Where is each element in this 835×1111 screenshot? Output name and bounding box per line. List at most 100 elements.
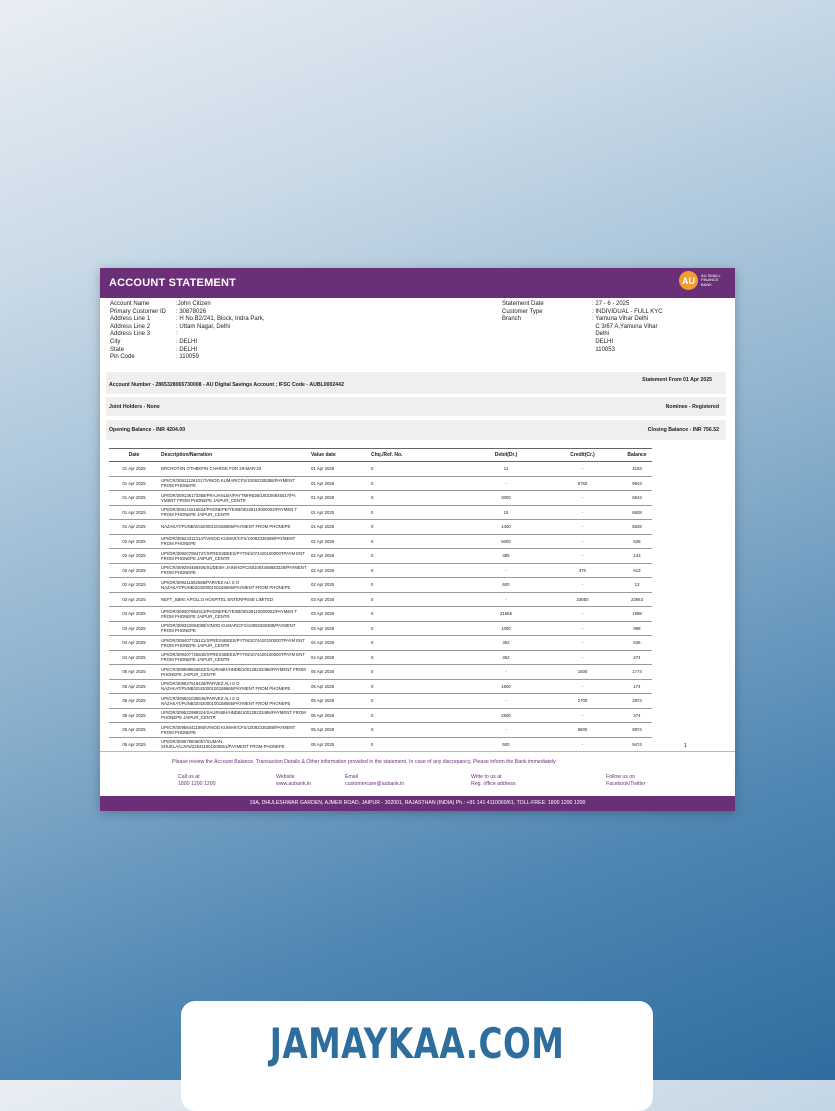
table-row: 01 Apr 2025 UPI/DR/309141816634/PHONEPE/Y… <box>109 505 652 520</box>
row-debit: 362 <box>469 635 543 651</box>
row-balance: 9943 <box>622 476 652 491</box>
row-balance: 5528 <box>622 519 652 535</box>
row-value-date: 01 Apr 2025 <box>309 476 369 491</box>
row-value-date: 05 Apr 2025 <box>309 693 369 709</box>
table-row: 03 Apr 2025 NEFT_SBIN: APOLLO HOSPITEL EN… <box>109 592 652 607</box>
row-value-date: 02 Apr 2025 <box>309 577 369 593</box>
row-date: 05 Apr 2025 <box>109 679 159 694</box>
row-balance: 174 <box>622 679 652 694</box>
row-credit: - <box>543 490 622 506</box>
row-debit: 1600 <box>469 679 543 694</box>
row-balance: 6928 <box>622 505 652 520</box>
table-row: 05 Apr 2025 UPI/CR/309564411860/VINOD KUM… <box>109 722 652 738</box>
row-date: 05 Apr 2025 <box>109 693 159 709</box>
row-debit: 3000 <box>469 490 543 506</box>
row-date: 01 Apr 2025 <box>109 476 159 491</box>
table-row: 01 Apr 2025 UPI/CR/309111261017/VINOD KUM… <box>109 476 652 491</box>
column-header-debit: Debit(Dr.) <box>469 448 543 462</box>
row-value-date: 05 Apr 2025 <box>309 722 369 738</box>
account-number-band: Account Number - 2865328065730008 - AU D… <box>106 372 726 394</box>
row-credit: - <box>543 621 622 636</box>
row-balance: 1998 <box>622 606 652 622</box>
row-description: UPI/DR/309211662566/PARVEZ ALI S O NAZAK… <box>159 577 309 593</box>
row-description: UPI/CR/309111261017/VINOD KUMAR/CFS/1009… <box>159 476 309 491</box>
row-date: 03 Apr 2025 <box>109 592 159 607</box>
contact-title: Call us at <box>178 774 200 780</box>
customer-detail-row: Account Name:John Citizen <box>110 301 264 309</box>
watermark-text: JAMAYKAA.COM <box>269 1019 565 1068</box>
row-value-date: 02 Apr 2025 <box>309 563 369 578</box>
customer-detail-label: Address Line 2 <box>110 323 151 330</box>
account-statement-document: ACCOUNT STATEMENT AU AU SMALL FINANCE BA… <box>100 268 735 811</box>
row-credit: - <box>543 534 622 549</box>
row-balance: 274 <box>622 650 652 665</box>
statement-title: ACCOUNT STATEMENT <box>109 277 237 289</box>
customer-detail-row: Address Line 1: H No.B2/241, Block, Indr… <box>110 316 264 324</box>
row-date: 03 Apr 2025 <box>109 606 159 622</box>
branch-line: : Yamuna Vihar Delhi <box>592 316 649 323</box>
customer-detail-value: : DELHI <box>176 346 198 353</box>
table-row: 05 Apr 2025 UPI/DR/309527519428/PARVEZ AL… <box>109 679 652 694</box>
row-reference: 0 <box>369 577 469 593</box>
row-value-date: 01 Apr 2025 <box>309 519 369 535</box>
row-description: DRCROTXN OTHBKFIN CHARGE FOR 29-MAR-23 <box>159 461 309 477</box>
row-date: 02 Apr 2025 <box>109 534 159 549</box>
contact-value: Reg. office address <box>471 781 516 787</box>
customer-detail-row: State: DELHI <box>110 347 264 355</box>
row-value-date: 01 Apr 2025 <box>309 461 369 477</box>
row-debit: 362 <box>469 650 543 665</box>
row-description: UPI/DR/309207994747/XPRESSBEES/PYTM/1074… <box>159 548 309 564</box>
row-credit: - <box>543 461 622 477</box>
row-credit: - <box>543 519 622 535</box>
row-debit: 21665 <box>469 606 543 622</box>
contact-email: Email customercare@aubank.in <box>345 774 404 788</box>
row-debit: - <box>469 722 543 738</box>
opening-balance: Opening Balance - INR 4204.00 <box>109 427 186 433</box>
customer-detail-label: Address Line 1 <box>110 316 151 323</box>
row-reference: 0 <box>369 592 469 607</box>
row-description: UPI/DR/309527519428/PARVEZ ALI S O NAZAK… <box>159 679 309 694</box>
row-date: 01 Apr 2025 <box>109 519 159 535</box>
row-debit: 500 <box>469 737 543 752</box>
customer-detail-label: City <box>110 338 121 345</box>
row-reference: 0 <box>369 519 469 535</box>
row-reference: 0 <box>369 461 469 477</box>
row-value-date: 05 Apr 2025 <box>309 737 369 752</box>
row-debit: 2500 <box>469 708 543 723</box>
row-date: 01 Apr 2025 <box>109 505 159 520</box>
row-value-date: 05 Apr 2025 <box>309 664 369 680</box>
row-credit: - <box>543 650 622 665</box>
row-balance: 1774 <box>622 664 652 680</box>
statement-details: Statement Date: 27 - 6 - 2025 Customer T… <box>502 301 663 354</box>
contact-call: Call us at 1800 1200 1200 <box>178 774 216 788</box>
row-balance: 6943 <box>622 490 652 506</box>
row-debit: 11 <box>469 461 543 477</box>
row-reference: 0 <box>369 679 469 694</box>
table-row: 03 Apr 2025 UPI/DR/309307884313/PHONEPE/Y… <box>109 606 652 622</box>
bank-logo-text: AU SMALL FINANCE BANK <box>701 272 721 287</box>
row-balance: 374 <box>622 708 652 723</box>
row-date: 04 Apr 2025 <box>109 635 159 651</box>
row-value-date: 03 Apr 2025 <box>309 621 369 636</box>
row-value-date: 04 Apr 2025 <box>309 650 369 665</box>
balance-band: Opening Balance - INR 4204.00 Closing Ba… <box>106 420 726 440</box>
customer-type-label: Customer Type <box>502 308 543 315</box>
column-header-date: Date <box>109 448 159 462</box>
row-reference: 0 <box>369 693 469 709</box>
row-debit: 600 <box>469 577 543 593</box>
customer-detail-row: Pin Code: 110059 <box>110 354 264 362</box>
customer-detail-label: Pin Code <box>110 354 135 361</box>
contact-value: www.aubank.in <box>276 781 311 787</box>
table-row: 02 Apr 2025 UPI/DR/309233113147/VINOD KUM… <box>109 534 652 549</box>
row-value-date: 04 Apr 2025 <box>309 635 369 651</box>
row-value-date: 02 Apr 2025 <box>309 548 369 564</box>
row-debit: 15 <box>469 505 543 520</box>
bank-logo: AU AU SMALL FINANCE BANK <box>679 271 723 290</box>
contact-value: customercare@aubank.in <box>345 781 405 787</box>
row-reference: 0 <box>369 563 469 578</box>
column-header-reference: Chq./Ref. No. <box>369 448 469 462</box>
row-date: 05 Apr 2025 <box>109 708 159 723</box>
contact-write: Write to us at Reg. office address <box>471 774 516 788</box>
joint-holders: Joint Holders - None <box>109 404 160 410</box>
table-row: 05 Apr 2025 UPI/CR/309598625623/SAURABH/H… <box>109 664 652 680</box>
